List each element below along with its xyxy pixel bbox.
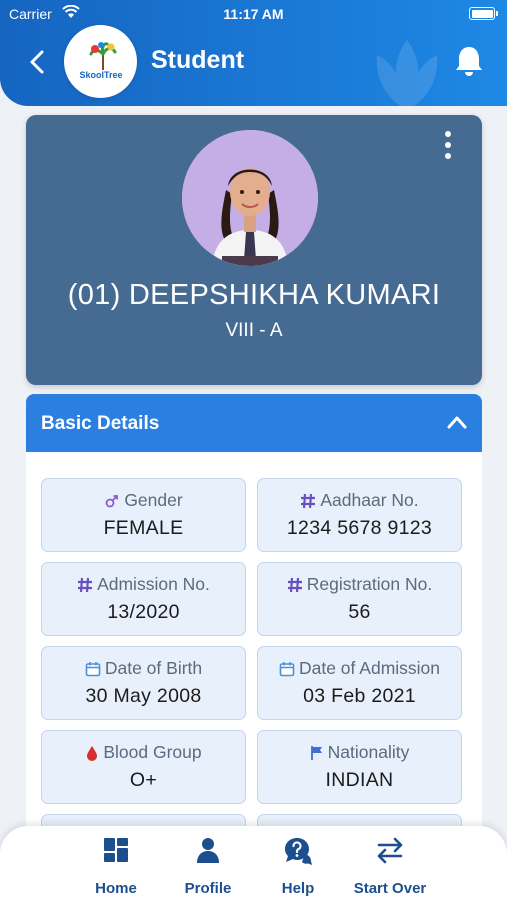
more-options-icon[interactable] [442, 131, 454, 159]
field-value: INDIAN [325, 769, 394, 791]
field-label: Date of Admission [298, 658, 441, 678]
battery-icon [469, 7, 498, 20]
hash-icon [287, 577, 302, 592]
skooltree-logo-icon: SkoolTree [79, 41, 122, 80]
nav-label: Home [95, 880, 137, 897]
nationality-tile: Nationality INDIAN [257, 730, 462, 804]
blood-drop-icon [87, 745, 98, 761]
gender-tile: Gender FEMALE [41, 478, 246, 552]
bottom-navigation: Home Profile Help Start Over [0, 826, 507, 900]
notification-bell-icon[interactable] [452, 44, 486, 78]
field-label: Nationality [327, 742, 410, 762]
status-bar: Carrier 11:17 AM [0, 0, 507, 28]
field-label: Admission No. [97, 574, 210, 594]
chevron-up-icon[interactable] [446, 414, 468, 430]
field-value: 13/2020 [107, 601, 180, 623]
aadhaar-tile: Aadhaar No. 1234 5678 9123 [257, 478, 462, 552]
nav-profile[interactable]: Profile [176, 836, 240, 897]
nav-label: Profile [184, 880, 232, 897]
field-label: Aadhaar No. [320, 490, 419, 510]
page-title: Student [151, 46, 245, 74]
gender-icon [105, 494, 119, 507]
basic-details-title: Basic Details [41, 413, 160, 434]
help-chat-icon [285, 838, 312, 865]
nav-label: Help [281, 880, 315, 897]
student-avatar [182, 130, 318, 266]
swap-arrows-icon [377, 837, 403, 864]
field-value: O+ [129, 769, 158, 791]
field-label: Registration No. [306, 574, 433, 594]
calendar-icon [85, 661, 101, 676]
field-label: Date of Birth [104, 658, 203, 678]
date-of-admission-tile: Date of Admission 03 Feb 2021 [257, 646, 462, 720]
person-icon [197, 838, 219, 863]
registration-no-tile: Registration No. 56 [257, 562, 462, 636]
app-header: Carrier 11:17 AM SkoolTree Student [0, 0, 507, 106]
clock: 11:17 AM [223, 6, 284, 22]
basic-details-header[interactable]: Basic Details [26, 394, 482, 452]
back-arrow-icon[interactable] [26, 48, 50, 76]
lotus-watermark-icon [376, 40, 438, 106]
svg-text:SkoolTree: SkoolTree [79, 70, 122, 80]
basic-details-panel: Basic Details Gender FEMALE Aadhaar No. [26, 394, 482, 834]
field-value: FEMALE [103, 517, 184, 539]
field-value: 03 Feb 2021 [303, 685, 416, 707]
student-photo-icon [182, 130, 318, 266]
grid-icon [104, 838, 128, 862]
nav-help[interactable]: Help [270, 836, 326, 897]
field-value: 1234 5678 9123 [286, 517, 433, 539]
admission-no-tile: Admission No. 13/2020 [41, 562, 246, 636]
flag-icon [310, 745, 322, 760]
field-label: Gender [124, 490, 183, 510]
field-value: 56 [348, 601, 371, 623]
field-value: 30 May 2008 [85, 685, 202, 707]
nav-home[interactable]: Home [86, 836, 146, 897]
date-of-birth-tile: Date of Birth 30 May 2008 [41, 646, 246, 720]
field-label: Blood Group [103, 742, 202, 762]
student-profile-card: (01) DEEPSHIKHA KUMARI VIII - A [26, 115, 482, 385]
school-logo: SkoolTree [64, 25, 137, 98]
nav-start-over[interactable]: Start Over [346, 836, 434, 897]
student-class: VIII - A [225, 320, 283, 341]
student-name: (01) DEEPSHIKHA KUMARI [67, 279, 441, 311]
blood-group-tile: Blood Group O+ [41, 730, 246, 804]
calendar-icon [279, 661, 295, 676]
hash-icon [78, 577, 93, 592]
nav-label: Start Over [353, 880, 427, 897]
hash-icon [301, 493, 316, 508]
